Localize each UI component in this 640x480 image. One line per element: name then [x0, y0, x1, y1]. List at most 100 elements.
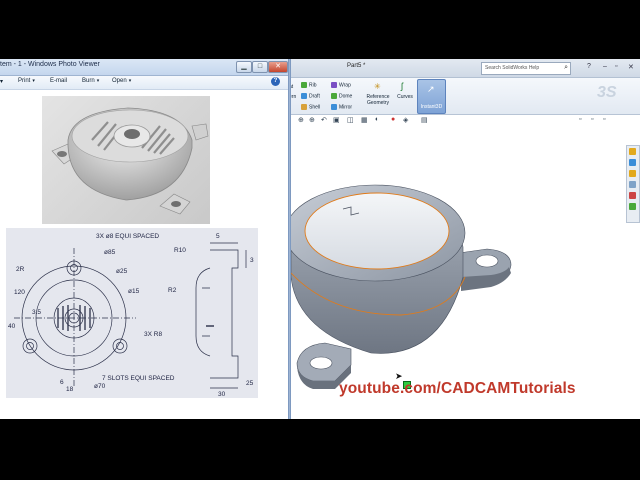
search-help-field[interactable]: Search SolidWorks Help ⌕: [481, 62, 571, 75]
minimize-button[interactable]: ▁: [236, 61, 252, 73]
close-button[interactable]: ✕: [268, 61, 288, 73]
maximize-view-icon[interactable]: ▫: [603, 116, 605, 123]
print-label: Print: [18, 78, 31, 84]
maximize-button[interactable]: □: [252, 61, 268, 73]
search-icon[interactable]: ⌕: [564, 64, 568, 72]
burn-menu[interactable]: Burn ▾: [82, 78, 99, 84]
shell-icon: [301, 104, 307, 110]
dim-label: 6: [60, 379, 64, 386]
file-explorer-icon[interactable]: [629, 170, 636, 177]
dim-label: 2R: [16, 266, 25, 273]
ribbon-partial-label: ern: [291, 94, 297, 100]
dim-label: ø85: [104, 249, 116, 256]
photo-viewer-menubar: ▾ Print ▾ E-mail Burn ▾ Open ▾ ?: [0, 76, 288, 90]
view-palette-icon[interactable]: [629, 181, 636, 188]
design-library-icon[interactable]: [629, 159, 636, 166]
restore-view-icon[interactable]: ▫: [579, 116, 581, 123]
close-icon[interactable]: ✕: [628, 63, 634, 71]
search-placeholder: Search SolidWorks Help: [485, 65, 540, 71]
burn-label: Burn: [82, 78, 95, 84]
draft-button[interactable]: Draft: [301, 93, 320, 99]
open-label: Open: [112, 78, 127, 84]
ribbon-partial-label: at: [291, 84, 294, 90]
email-label: E-mail: [50, 78, 68, 84]
appearances-icon[interactable]: [629, 192, 636, 199]
mirror-button[interactable]: Mirror: [331, 104, 352, 110]
open-menu[interactable]: Open ▾: [112, 78, 131, 84]
dim-label: 30: [218, 391, 226, 398]
dim-label: R2: [168, 287, 177, 294]
features-ribbon: at ern Rib Draft Shell Wrap Dome Mirror …: [291, 78, 640, 115]
mirror-icon: [331, 104, 337, 110]
document-title: Part5 *: [347, 63, 366, 69]
draft-label: Draft: [309, 93, 320, 100]
dim-label: 3X ø8 EQUI SPACED: [96, 233, 159, 240]
section-view-icon[interactable]: ▣: [333, 116, 340, 124]
dome-label: Dome: [339, 93, 353, 100]
curves-icon: ʃ: [401, 81, 403, 91]
graphics-area[interactable]: ➤: [291, 127, 626, 419]
curves-button[interactable]: ʃ Curves: [395, 80, 415, 112]
part-photo-illustration: [51, 107, 209, 215]
dim-label: R10: [174, 247, 186, 254]
help-icon[interactable]: ?: [271, 77, 280, 86]
view-settings-icon[interactable]: ▤: [421, 116, 428, 124]
view-orientation-icon[interactable]: ◫: [347, 116, 354, 124]
chevron-down-icon: ▾: [32, 78, 35, 84]
photo-viewer-titlebar[interactable]: tem - 1 - Windows Photo Viewer ▁ □ ✕: [0, 59, 288, 76]
restore-icon[interactable]: ▫: [615, 63, 617, 70]
scene-icon[interactable]: ◈: [403, 116, 408, 124]
dim-label: 3.5: [32, 309, 41, 316]
dim-label: 18: [66, 386, 74, 393]
dim-label: 25: [246, 380, 254, 387]
chevron-down-icon: ▾: [128, 78, 132, 84]
zoom-to-fit-icon[interactable]: ⊕: [298, 116, 304, 124]
drawing-annotations: 3X ø8 EQUI SPACED ø85 ø25 ø15 3X R8 7 SL…: [8, 233, 254, 398]
resources-icon[interactable]: [629, 148, 636, 155]
tile-view-icon[interactable]: ▫: [591, 116, 593, 123]
reference-geometry-icon: ✳: [374, 82, 381, 91]
reference-geometry-label: Reference Geometry: [366, 94, 390, 106]
appearance-icon[interactable]: ●: [391, 116, 395, 123]
mirror-label: Mirror: [339, 104, 353, 111]
rib-button[interactable]: Rib: [301, 82, 317, 88]
file-menu-partial[interactable]: ▾: [0, 78, 3, 85]
rib-icon: [301, 82, 307, 88]
instant3d-button[interactable]: ↗ Instant3D: [417, 79, 446, 114]
dome-button[interactable]: Dome: [331, 93, 352, 99]
wrap-icon: [331, 82, 337, 88]
desktop-screen: tem - 1 - Windows Photo Viewer ▁ □ ✕ ▾ P…: [0, 59, 640, 419]
curves-label: Curves: [397, 94, 413, 100]
dim-label: 3: [250, 257, 254, 264]
dim-label: 3X R8: [144, 331, 162, 338]
dim-label: 5: [216, 233, 220, 240]
shell-button[interactable]: Shell: [301, 104, 320, 110]
solidworks-logo: 3S: [597, 84, 617, 101]
photo-viewer-window: tem - 1 - Windows Photo Viewer ▁ □ ✕ ▾ P…: [0, 59, 288, 419]
dim-label: ø15: [128, 288, 140, 295]
minimize-icon[interactable]: –: [603, 63, 607, 70]
display-style-icon[interactable]: ▦: [361, 116, 368, 124]
wrap-button[interactable]: Wrap: [331, 82, 351, 88]
hide-show-icon[interactable]: ◐: [375, 116, 379, 123]
reference-geometry-button[interactable]: ✳ Reference Geometry: [363, 80, 393, 112]
solidworks-titlebar[interactable]: Part5 * Search SolidWorks Help ⌕ ? – ▫ ✕: [291, 59, 640, 78]
instant3d-label: Instant3D: [420, 104, 443, 110]
heads-up-view-toolbar: ⊕ ⊕ ↶ ▣ ◫ ▦ ◐ ● ◈ ▤ ▫ ▫ ▫: [291, 115, 640, 127]
zoom-area-icon[interactable]: ⊕: [309, 116, 315, 124]
email-menu[interactable]: E-mail: [50, 78, 67, 84]
part-photo: [42, 96, 210, 224]
help-icon[interactable]: ?: [587, 63, 591, 70]
custom-properties-icon[interactable]: [629, 203, 636, 210]
solidworks-window: Part5 * Search SolidWorks Help ⌕ ? – ▫ ✕…: [291, 59, 640, 419]
rib-label: Rib: [309, 82, 317, 89]
shell-label: Shell: [309, 104, 321, 111]
previous-view-icon[interactable]: ↶: [321, 116, 327, 124]
task-pane-tabs: [626, 145, 640, 223]
dome-icon: [331, 93, 337, 99]
instant3d-icon: ↗: [427, 84, 435, 94]
dim-label: ø70: [94, 383, 106, 390]
dim-label: 40: [8, 323, 16, 330]
print-menu[interactable]: Print ▾: [18, 78, 35, 84]
dim-label: 7 SLOTS EQUI SPACED: [102, 375, 175, 382]
